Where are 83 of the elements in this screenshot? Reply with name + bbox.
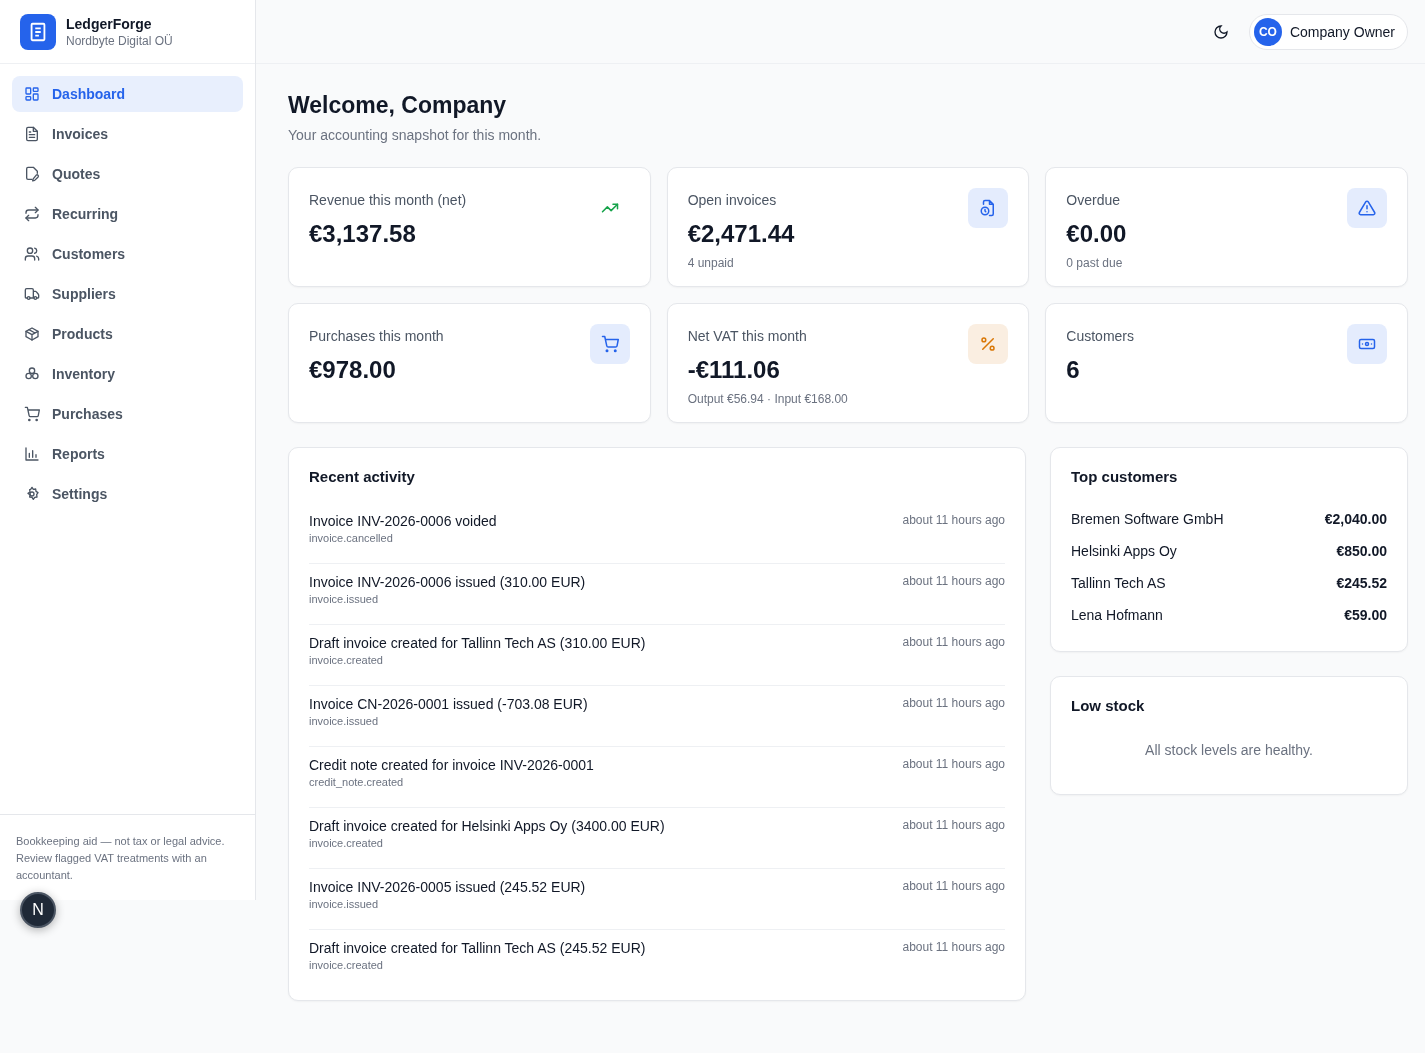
activity-text: Invoice CN-2026-0001 issued (-703.08 EUR) bbox=[309, 696, 588, 712]
stat-note: 0 past due bbox=[1066, 256, 1124, 270]
company-name: Nordbyte Digital OÜ bbox=[66, 33, 173, 48]
stat-value: €3,137.58 bbox=[309, 220, 417, 248]
app-name: LedgerForge bbox=[66, 15, 153, 32]
settings-icon bbox=[24, 486, 40, 502]
page-title: Welcome, Company bbox=[288, 92, 508, 119]
logo-icon bbox=[20, 13, 56, 50]
people-icon bbox=[24, 246, 40, 262]
activity-time: about 11 hours ago bbox=[902, 696, 1005, 712]
sidebar-item[interactable]: Reports bbox=[12, 436, 243, 472]
bar-chart-icon bbox=[24, 446, 40, 462]
stat-label: Revenue this month (net) bbox=[309, 192, 467, 208]
sidebar-item[interactable]: Purchases bbox=[12, 396, 243, 432]
stat-note: Output €56.94 · Input €168.00 bbox=[687, 392, 848, 406]
activity-event: credit_note.created bbox=[309, 776, 405, 788]
activity-event: invoice.created bbox=[309, 654, 384, 666]
activity-time: about 11 hours ago bbox=[902, 757, 1005, 773]
stat-value: €978.00 bbox=[309, 356, 397, 384]
activity-time: about 11 hours ago bbox=[902, 574, 1005, 590]
activity-time: about 11 hours ago bbox=[902, 635, 1005, 651]
sidebar-item[interactable]: Inventory bbox=[12, 356, 243, 392]
page-subtitle: Your accounting snapshot for this month. bbox=[288, 127, 543, 143]
dark-mode-icon[interactable] bbox=[1212, 23, 1229, 40]
section-title: Low stock bbox=[1071, 697, 1146, 714]
repeat-icon bbox=[24, 206, 40, 222]
customer-name: Bremen Software GmbH bbox=[1071, 511, 1224, 527]
customer-amount: €2,040.00 bbox=[1324, 511, 1387, 527]
activity-text: Invoice INV-2026-0006 voided bbox=[309, 513, 497, 529]
stat-label: Overdue bbox=[1066, 192, 1122, 208]
grid-icon bbox=[24, 86, 40, 102]
activity-text: Draft invoice created for Tallinn Tech AS (245.52 EUR) bbox=[309, 940, 646, 956]
stat-value: €2,471.44 bbox=[687, 220, 795, 248]
activity-event: invoice.issued bbox=[309, 898, 380, 910]
customer-name: Helsinki Apps Oy bbox=[1071, 543, 1177, 559]
activity-event: invoice.cancelled bbox=[309, 532, 394, 544]
stat-value: €0.00 bbox=[1066, 220, 1127, 248]
activity-event: invoice.created bbox=[309, 837, 384, 849]
cart-icon bbox=[24, 406, 40, 422]
activity-text: Credit note created for invoice INV-2026-0001 bbox=[309, 757, 594, 773]
activity-time: about 11 hours ago bbox=[902, 513, 1005, 529]
activity-time: about 11 hours ago bbox=[902, 940, 1005, 956]
document-icon bbox=[24, 126, 40, 142]
box-icon bbox=[24, 326, 40, 342]
stat-value: -€111.06 bbox=[687, 356, 781, 384]
customer-amount: €245.52 bbox=[1336, 575, 1387, 591]
customer-name: Lena Hofmann bbox=[1071, 607, 1163, 623]
section-title: Top customers bbox=[1071, 468, 1179, 485]
customer-amount: €850.00 bbox=[1336, 543, 1387, 559]
activity-text: Draft invoice created for Helsinki Apps Oy (3400.00 EUR) bbox=[309, 818, 665, 834]
activity-time: about 11 hours ago bbox=[902, 818, 1005, 834]
stack-icon bbox=[24, 366, 40, 382]
customer-amount: €59.00 bbox=[1344, 607, 1387, 623]
stat-label: Open invoices bbox=[687, 192, 778, 208]
disclaimer-text: Bookkeeping aid — not tax or legal advice. Review flagged VAT treatments with an accountant. bbox=[16, 834, 226, 883]
truck-icon bbox=[24, 286, 40, 302]
sidebar-item[interactable]: Recurring bbox=[12, 196, 243, 232]
sidebar-item[interactable]: Suppliers bbox=[12, 276, 243, 312]
activity-event: invoice.issued bbox=[309, 715, 380, 727]
stat-label: Net VAT this month bbox=[687, 328, 808, 344]
sidebar-item[interactable]: Invoices bbox=[12, 116, 243, 152]
section-title: Recent activity bbox=[309, 468, 416, 485]
stat-value: 6 bbox=[1066, 356, 1081, 384]
stat-label: Purchases this month bbox=[309, 328, 444, 344]
dev-tools-button[interactable]: N bbox=[20, 892, 56, 928]
stat-note: 4 unpaid bbox=[687, 256, 735, 270]
customer-name: Tallinn Tech AS bbox=[1071, 575, 1166, 591]
sidebar-item[interactable]: Products bbox=[12, 316, 243, 352]
stat-label: Customers bbox=[1066, 328, 1134, 344]
activity-text: Invoice INV-2026-0005 issued (245.52 EUR) bbox=[309, 879, 586, 895]
activity-event: invoice.created bbox=[309, 959, 384, 971]
activity-event: invoice.issued bbox=[309, 593, 380, 605]
sidebar-item[interactable]: Customers bbox=[12, 236, 243, 272]
sidebar-item[interactable]: Quotes bbox=[12, 156, 243, 192]
activity-text: Invoice INV-2026-0006 issued (310.00 EUR) bbox=[309, 574, 586, 590]
edit-document-icon bbox=[24, 166, 40, 182]
sidebar-item[interactable]: Dashboard bbox=[12, 76, 243, 112]
sidebar-item[interactable]: Settings bbox=[12, 476, 243, 512]
user-menu-button[interactable]: CO Company Owner bbox=[1248, 13, 1408, 50]
user-avatar: CO bbox=[1253, 17, 1282, 46]
activity-text: Draft invoice created for Tallinn Tech AS (310.00 EUR) bbox=[309, 635, 646, 651]
activity-time: about 11 hours ago bbox=[902, 879, 1005, 895]
empty-message: All stock levels are healthy. bbox=[1144, 742, 1314, 758]
